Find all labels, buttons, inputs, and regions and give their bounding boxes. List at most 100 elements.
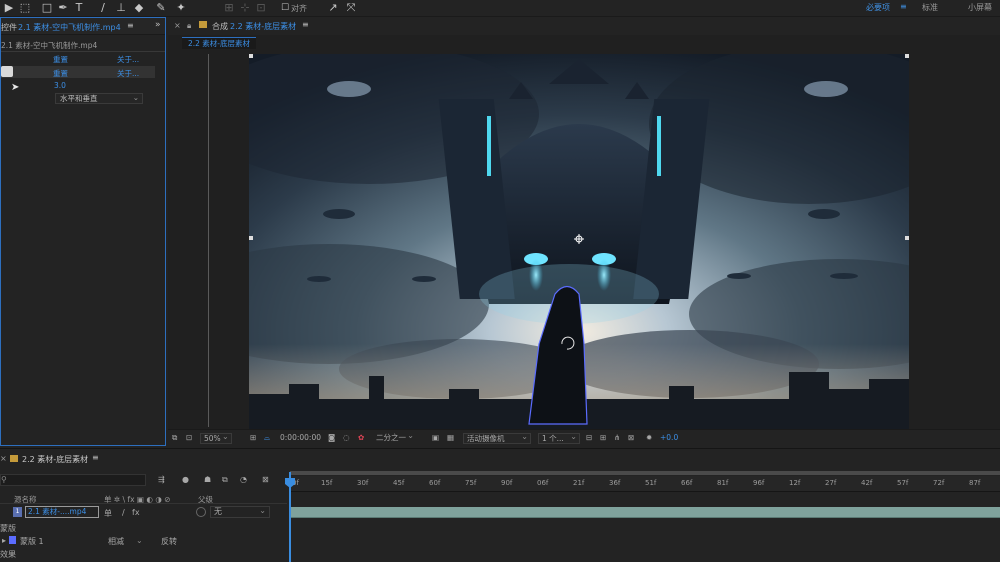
handle-mid-right[interactable] (905, 236, 909, 240)
pixel-aspect-icon[interactable]: ⊡ (186, 433, 192, 442)
close-tab-icon[interactable]: × (174, 21, 181, 30)
parent-dropdown[interactable]: 无 ⌄ (210, 506, 270, 518)
transparency-grid-icon[interactable]: ▦ (447, 433, 454, 442)
composition-color-icon (199, 21, 207, 28)
handle-top-left[interactable] (249, 54, 253, 58)
close-tab-icon[interactable]: × (0, 454, 7, 463)
comp-tab-title[interactable]: 2.2 素材-底层素材 (230, 21, 296, 32)
mask-visibility-icon[interactable]: ⌓ (264, 433, 270, 443)
puppet-pin-tool-icon[interactable]: ✦ (174, 1, 188, 15)
lock-icon[interactable]: 🔒︎ (187, 21, 191, 31)
exposure-value[interactable]: +0.0 (660, 433, 678, 442)
always-preview-icon[interactable]: ⧉ (172, 433, 177, 443)
roto-brush-tool-icon[interactable]: ✎ (154, 1, 168, 15)
flowchart-icon[interactable]: ⋔ (614, 433, 620, 442)
chevron-down-icon: ⌄ (259, 506, 266, 515)
masks-group-label[interactable]: 蒙版 (0, 523, 16, 534)
divider (1, 51, 165, 52)
fx-switch-icon[interactable]: fx (132, 508, 140, 517)
fx-eye-icon[interactable] (1, 66, 13, 77)
effects-group-label[interactable]: 效果 (0, 549, 16, 560)
rectangle-tool-icon[interactable]: □ (40, 1, 54, 15)
ruler-tick: 27f (825, 479, 837, 487)
comp-mini-flowchart-icon[interactable]: ⇶ (158, 475, 165, 484)
layer-search-input[interactable]: ⚲ (0, 474, 146, 486)
layer-name-field[interactable]: 2.1 素材-....mp4 (25, 506, 99, 518)
composition-tabbar: × 🔒︎ 合成 2.2 素材-底层素材 ≡ (168, 17, 1000, 35)
clone-stamp-tool-icon[interactable]: ⊥ (114, 1, 128, 15)
show-snapshot-icon[interactable]: ◌ (343, 433, 350, 442)
zoom-dropdown[interactable]: 50% (200, 432, 232, 444)
pixel-preview-icon[interactable]: ⊞ (600, 433, 606, 442)
tab-menu-icon[interactable]: ≡ (92, 453, 99, 462)
axis-world-icon[interactable]: ⊹ (238, 1, 252, 15)
tab-menu-icon[interactable]: ≡ (302, 20, 309, 29)
reset-link-2[interactable]: 重置 (53, 68, 68, 79)
draft-3d-icon[interactable]: ● (182, 475, 189, 484)
reset-link-1[interactable]: 重置 (53, 54, 68, 65)
camera-dropdown[interactable]: 活动摄像机 (463, 432, 531, 444)
views-dropdown[interactable]: 1 个... (538, 432, 580, 444)
snap-options-icon[interactable]: ↗ (326, 1, 340, 15)
composition-breadcrumb[interactable]: 2.2 素材-底层素材 (182, 37, 257, 49)
snap-checkbox[interactable]: ☐ (278, 1, 292, 15)
tab-title: 2.1 素材-空中飞机制作.mp4 (18, 23, 121, 32)
timeline-navigator[interactable] (290, 471, 1000, 475)
handle-top-right[interactable] (905, 54, 909, 58)
shy-layers-icon[interactable]: ☗ (204, 475, 211, 484)
eraser-tool-icon[interactable]: ◆ (132, 1, 146, 15)
pen-tool-icon[interactable]: ✒ (56, 1, 70, 15)
expand-arrow-icon[interactable]: ▸ (2, 536, 6, 545)
selection-tool-icon[interactable]: ⬚ (18, 1, 32, 15)
workspace-small-screen[interactable]: 小屏幕 (968, 2, 992, 13)
axis-local-icon[interactable]: ⊞ (222, 1, 236, 15)
snapshot-icon[interactable]: ◙ (328, 433, 335, 442)
ruler-tick: 30f (357, 479, 369, 487)
graph-editor-icon[interactable]: ⊠ (262, 475, 269, 484)
direction-dropdown[interactable]: 水平和垂直 ⌄ (55, 93, 143, 104)
ruler-tick: 36f (609, 479, 621, 487)
workspace-menu-icon[interactable]: ≡ (900, 2, 907, 11)
safe-zone-icon[interactable]: ⊞ (250, 433, 256, 442)
workspace-standard[interactable]: 标准 (922, 2, 938, 13)
mask-color-icon[interactable] (9, 536, 16, 544)
ruler-tick: 81f (717, 479, 729, 487)
tab-menu-icon[interactable]: ≡ (127, 21, 134, 30)
timeline-tab-title[interactable]: 2.2 素材-底层素材 (22, 454, 88, 465)
quality-switch-icon[interactable]: ∕ (122, 508, 125, 517)
camera-tool-icon[interactable]: ▶ (2, 1, 16, 15)
number-value[interactable]: 3.0 (54, 81, 66, 90)
solo-switch-icon[interactable]: 单 (104, 508, 112, 519)
type-tool-icon[interactable]: T (72, 1, 86, 15)
resolution-dropdown[interactable]: 二分之一 (373, 431, 416, 444)
handle-mid-left[interactable] (249, 236, 253, 240)
about-link-1[interactable]: 关于... (117, 54, 139, 65)
mask-row[interactable]: ▸ 蒙版 1 相减 ⌄ 反转 (0, 535, 287, 547)
workspace-essentials[interactable]: 必要项 (866, 2, 890, 13)
composition-canvas[interactable] (249, 54, 909, 440)
mask-invert-label[interactable]: 反转 (161, 536, 177, 547)
motion-blur-icon[interactable]: ◔ (240, 475, 247, 484)
mask-name[interactable]: 蒙版 1 (20, 536, 44, 547)
time-ruler[interactable]: 0f 15f 30f 45f 60f 75f 90f 06f 21f 36f 5… (290, 476, 1000, 492)
mask-mode-dropdown[interactable]: 相减 (108, 536, 124, 547)
about-link-2[interactable]: 关于... (117, 68, 139, 79)
ruler-tick: 72f (933, 479, 945, 487)
brush-tool-icon[interactable]: ∕ (96, 1, 110, 15)
frame-blending-icon[interactable]: ⧉ (222, 475, 228, 485)
exposure-icon[interactable]: ✹ (646, 433, 652, 442)
panel-overflow-icon[interactable]: » (155, 20, 161, 30)
effect-row-selected[interactable]: 重置 关于... (1, 66, 155, 78)
pickwhip-icon[interactable] (196, 507, 206, 517)
axis-view-icon[interactable]: ⊡ (254, 1, 268, 15)
ruler-tick: 12f (789, 479, 801, 487)
expand-icon[interactable]: ⤧ (344, 1, 358, 15)
region-of-interest-icon[interactable]: ▣ (432, 433, 439, 442)
channel-icon[interactable]: ✿ (358, 433, 364, 442)
toggle-3d-icon[interactable]: ⊟ (586, 433, 592, 442)
layer-duration-bar[interactable] (290, 507, 1000, 518)
layer-row[interactable]: 1 2.1 素材-....mp4 单 ∕ fx 无 ⌄ (0, 506, 287, 519)
render-icon[interactable]: ⊠ (628, 433, 634, 442)
timecode[interactable]: 0:00:00:00 (280, 433, 321, 442)
effect-controls-tab[interactable]: 控件 2.1 素材-空中飞机制作.mp4 ≡ » (1, 18, 165, 35)
